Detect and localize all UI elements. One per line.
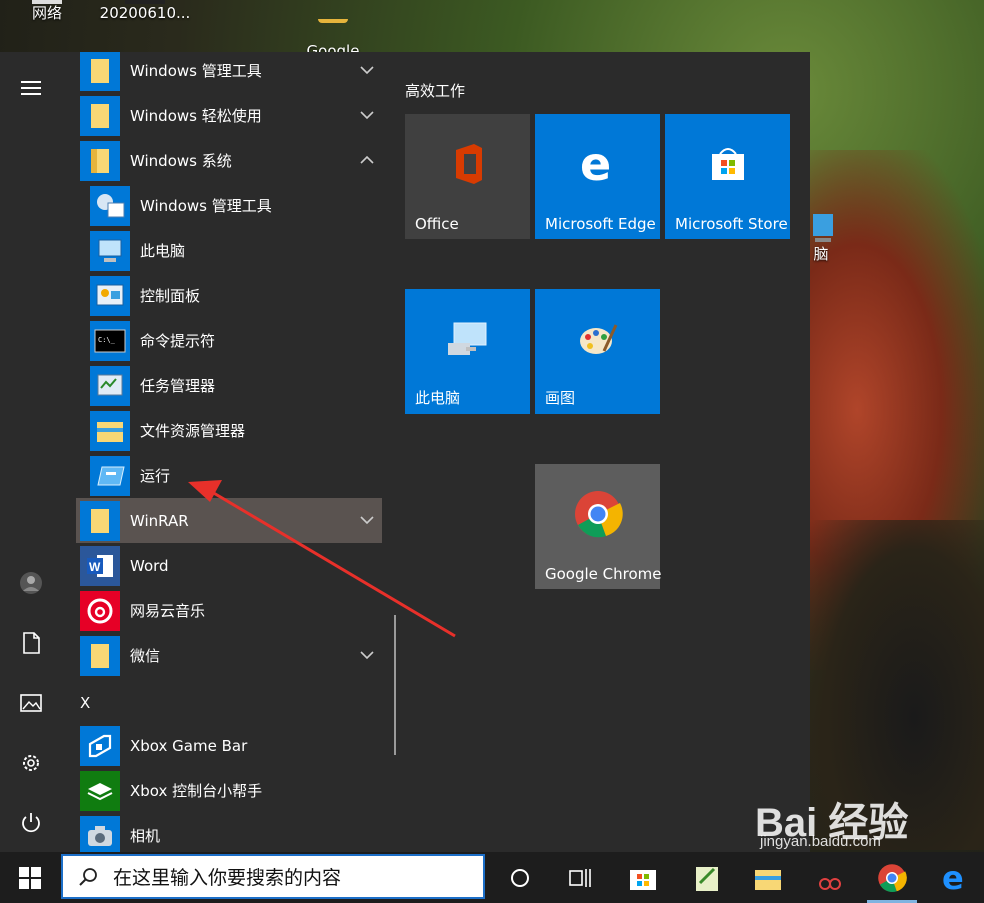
- taskbar-chrome[interactable]: [867, 852, 917, 903]
- windows-logo-icon: [19, 866, 41, 889]
- task-view-icon: [569, 868, 591, 887]
- taskbar-snipping[interactable]: [805, 852, 855, 903]
- taskbar-file-explorer[interactable]: [743, 852, 793, 903]
- taskbar-store[interactable]: [618, 852, 668, 903]
- search-box[interactable]: 在这里输入你要搜索的内容: [61, 854, 485, 899]
- start-button[interactable]: [0, 852, 60, 903]
- svg-text:e: e: [942, 863, 964, 893]
- snipping-icon: [819, 877, 841, 890]
- cortana-icon: [511, 868, 529, 887]
- search-icon: [79, 867, 97, 886]
- store-icon: [630, 869, 656, 890]
- notepad-icon: [696, 866, 718, 891]
- file-explorer-icon: [755, 869, 781, 890]
- annotation-arrow: [188, 480, 456, 638]
- taskbar-edge[interactable]: e: [930, 852, 980, 903]
- task-view-button[interactable]: [555, 852, 605, 903]
- edge-icon: e: [942, 863, 964, 893]
- chrome-icon: [878, 863, 907, 892]
- taskbar: 在这里输入你要搜索的内容 e: [0, 852, 984, 903]
- cortana-button[interactable]: [495, 852, 545, 903]
- search-placeholder: 在这里输入你要搜索的内容: [113, 867, 342, 889]
- watermark-url: jingyan.baidu.com: [760, 833, 881, 850]
- taskbar-notepad[interactable]: [682, 852, 732, 903]
